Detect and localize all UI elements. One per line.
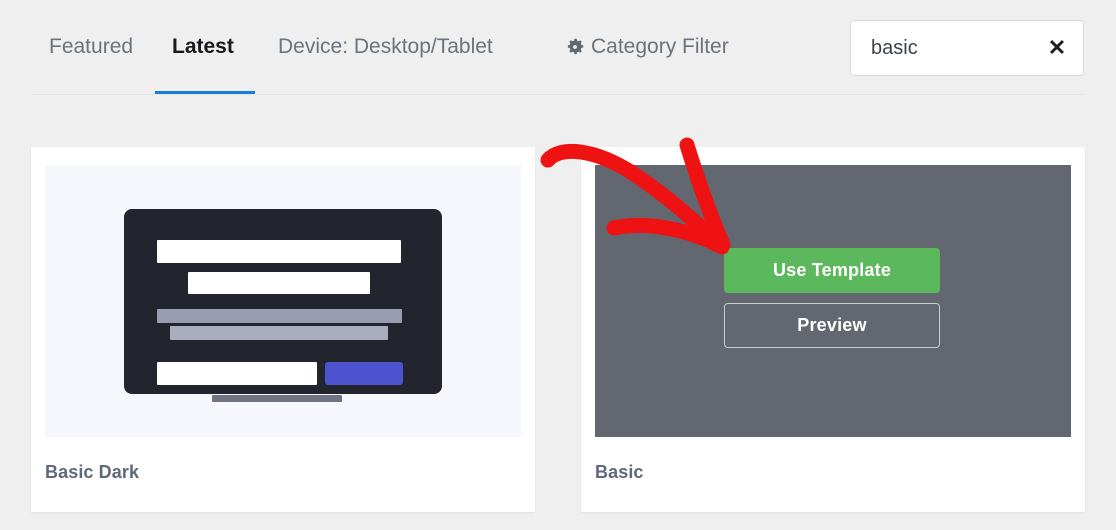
- template-thumbnail: [45, 165, 521, 437]
- clear-search-icon[interactable]: ✕: [1045, 36, 1069, 60]
- mockup-field-row-1: [157, 240, 401, 263]
- tab-category-filter-label: Category Filter: [591, 35, 729, 58]
- mockup-text-row-2: [170, 326, 388, 340]
- tab-featured-label: Featured: [49, 35, 134, 58]
- tabbar-divider: [31, 94, 1085, 95]
- template-thumbnail-overlay: Use Template Preview: [595, 165, 1071, 437]
- tab-device-filter-label: Device: Desktop/Tablet: [278, 35, 493, 58]
- mockup-field-row-2: [188, 272, 370, 294]
- tab-latest-label: Latest: [172, 35, 234, 58]
- mockup-text-row-1: [157, 309, 402, 323]
- tab-device-filter[interactable]: Device: Desktop/Tablet: [278, 33, 493, 61]
- search-box[interactable]: ✕: [850, 20, 1084, 76]
- tab-featured[interactable]: Featured: [49, 33, 133, 61]
- template-card-title: Basic: [595, 462, 644, 482]
- template-preview-mockup: [124, 209, 442, 402]
- mockup-footer-line: [212, 395, 342, 402]
- tab-latest[interactable]: Latest: [172, 33, 234, 61]
- mockup-submit-button: [325, 362, 403, 385]
- use-template-button[interactable]: Use Template: [724, 248, 940, 293]
- preview-button[interactable]: Preview: [724, 303, 940, 348]
- template-card-basic[interactable]: Use Template Preview Basic: [581, 147, 1085, 512]
- template-card-title: Basic Dark: [45, 462, 140, 482]
- tab-category-filter[interactable]: Category Filter: [565, 33, 729, 61]
- search-input[interactable]: [871, 21, 1041, 75]
- mockup-input-field: [157, 362, 317, 385]
- template-card-basic-dark[interactable]: Basic Dark: [31, 147, 535, 512]
- gear-icon: [565, 37, 585, 57]
